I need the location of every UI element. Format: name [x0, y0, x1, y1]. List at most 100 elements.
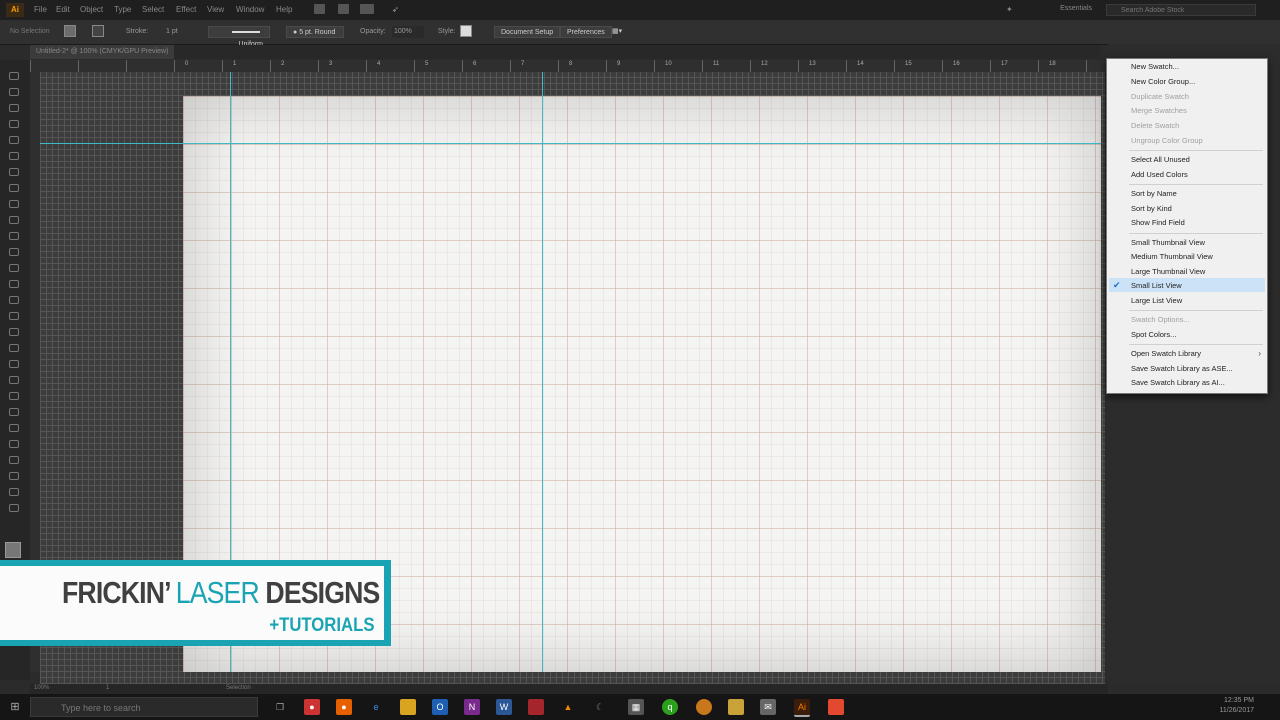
document-tab[interactable]: Untitled-2* @ 100% (CMYK/GPU Preview)	[30, 45, 175, 59]
document-setup-button[interactable]: Document Setup	[494, 26, 561, 38]
fill-color-icon[interactable]	[5, 542, 21, 558]
menu-item-large-list-view[interactable]: Large List View	[1131, 296, 1182, 305]
app-icon[interactable]: ☾	[592, 699, 608, 715]
search-input[interactable]	[1106, 4, 1256, 16]
arrange-documents-icon[interactable]	[360, 4, 374, 14]
menu-view[interactable]: View	[207, 5, 224, 14]
menu-item-save-library-ase[interactable]: Save Swatch Library as ASE...	[1131, 364, 1233, 373]
app-icon[interactable]	[828, 699, 844, 715]
direct-selection-tool-icon[interactable]	[9, 88, 19, 96]
rectangle-tool-icon[interactable]	[9, 200, 19, 208]
menu-object[interactable]: Object	[80, 5, 103, 14]
menu-item-sort-by-kind[interactable]: Sort by Kind	[1131, 204, 1172, 213]
illustrator-taskbar-icon[interactable]: Ai	[794, 699, 810, 717]
horizontal-guide[interactable]	[183, 143, 1101, 144]
type-tool-icon[interactable]	[9, 168, 19, 176]
stock-icon[interactable]	[338, 4, 349, 14]
bridge-icon[interactable]	[314, 4, 325, 14]
magic-wand-tool-icon[interactable]	[9, 104, 19, 112]
lasso-tool-icon[interactable]	[9, 120, 19, 128]
rotate-tool-icon[interactable]	[9, 264, 19, 272]
menu-help[interactable]: Help	[276, 5, 292, 14]
mesh-tool-icon[interactable]	[9, 360, 19, 368]
outlook-icon[interactable]: O	[432, 699, 448, 715]
warp-tool-icon[interactable]	[9, 296, 19, 304]
onenote-icon[interactable]: N	[464, 699, 480, 715]
eraser-tool-icon[interactable]	[9, 248, 19, 256]
shaper-tool-icon[interactable]	[9, 232, 19, 240]
perspective-grid-tool-icon[interactable]	[9, 344, 19, 352]
slice-tool-icon[interactable]	[9, 472, 19, 480]
system-clock[interactable]: 12:35 PM 11/26/2017	[1219, 696, 1254, 716]
calculator-icon[interactable]: ▦	[628, 699, 644, 715]
stroke-weight-field[interactable]: 1 pt	[166, 26, 178, 38]
task-view-icon[interactable]: ❐	[272, 699, 288, 715]
hand-tool-icon[interactable]	[9, 488, 19, 496]
gradient-tool-icon[interactable]	[9, 376, 19, 384]
stroke-swatch[interactable]	[92, 25, 104, 37]
shape-builder-tool-icon[interactable]	[9, 328, 19, 336]
stroke-profile-select[interactable]: Uniform	[208, 26, 270, 48]
menu-item-save-library-ai[interactable]: Save Swatch Library as AI...	[1131, 378, 1225, 387]
artboard-tool-icon[interactable]	[9, 456, 19, 464]
chrome-icon[interactable]: ●	[304, 699, 320, 715]
menu-item-add-used-colors[interactable]: Add Used Colors	[1131, 170, 1188, 179]
vertical-guide[interactable]	[542, 96, 543, 672]
menu-effect[interactable]: Effect	[176, 5, 196, 14]
menu-item-sort-by-name[interactable]: Sort by Name	[1131, 189, 1177, 198]
vlc-icon[interactable]: ▲	[560, 699, 576, 715]
app-icon[interactable]	[696, 699, 712, 715]
workspace-switcher[interactable]: Essentials	[1060, 5, 1092, 12]
align-options-icon[interactable]: ▦▾	[612, 26, 622, 38]
menu-file[interactable]: File	[34, 5, 47, 14]
menu-item-medium-thumbnail-view[interactable]: Medium Thumbnail View	[1131, 252, 1213, 261]
menu-item-show-find-field[interactable]: Show Find Field	[1131, 218, 1185, 227]
menu-select[interactable]: Select	[142, 5, 164, 14]
selection-tool-icon[interactable]	[9, 72, 19, 80]
menu-item-ungroup-color-group: Ungroup Color Group	[1131, 136, 1203, 145]
mail-icon[interactable]: ✉	[760, 699, 776, 715]
horizontal-ruler[interactable]: 0 1 2 3 4 5 6 7 8 9 10 11 12 13 14 15 16…	[30, 60, 1108, 72]
menu-item-small-thumbnail-view[interactable]: Small Thumbnail View	[1131, 238, 1205, 247]
app-icon[interactable]	[728, 699, 744, 715]
word-icon[interactable]: W	[496, 699, 512, 715]
start-icon[interactable]: ⊞	[8, 700, 22, 714]
pen-tool-icon[interactable]	[9, 136, 19, 144]
menu-item-select-all-unused[interactable]: Select All Unused	[1131, 155, 1190, 164]
menu-separator	[1129, 344, 1263, 345]
file-explorer-icon[interactable]	[400, 699, 416, 715]
quickbooks-icon[interactable]: q	[662, 699, 678, 715]
gpu-performance-icon[interactable]: ➶	[392, 5, 399, 14]
preferences-button[interactable]: Preferences	[560, 26, 612, 38]
firefox-icon[interactable]: ●	[336, 699, 352, 715]
symbol-sprayer-tool-icon[interactable]	[9, 424, 19, 432]
edge-icon[interactable]: e	[368, 699, 384, 715]
artboard-number[interactable]: 1	[106, 685, 109, 691]
zoom-tool-icon[interactable]	[9, 504, 19, 512]
menu-type[interactable]: Type	[114, 5, 131, 14]
brush-select[interactable]: ● 5 pt. Round	[286, 26, 344, 38]
menu-item-large-thumbnail-view[interactable]: Large Thumbnail View	[1131, 267, 1205, 276]
fill-swatch[interactable]	[64, 25, 76, 37]
menu-item-small-list-view[interactable]: Small List View	[1131, 281, 1182, 290]
line-tool-icon[interactable]	[9, 184, 19, 192]
free-transform-tool-icon[interactable]	[9, 312, 19, 320]
menu-window[interactable]: Window	[236, 5, 264, 14]
graphic-style-swatch[interactable]	[460, 25, 472, 37]
column-graph-tool-icon[interactable]	[9, 440, 19, 448]
opacity-field[interactable]: 100%	[392, 26, 424, 38]
taskbar-search-input[interactable]: Type here to search	[30, 697, 258, 717]
eyedropper-tool-icon[interactable]	[9, 392, 19, 400]
zoom-level[interactable]: 100%	[34, 685, 49, 691]
blend-tool-icon[interactable]	[9, 408, 19, 416]
menu-edit[interactable]: Edit	[56, 5, 70, 14]
menu-item-open-swatch-library[interactable]: Open Swatch Library	[1131, 349, 1201, 358]
bulb-icon[interactable]: ✦	[1006, 5, 1013, 14]
access-icon[interactable]	[528, 699, 544, 715]
scale-tool-icon[interactable]	[9, 280, 19, 288]
menu-item-new-color-group[interactable]: New Color Group...	[1131, 77, 1195, 86]
menu-item-spot-colors[interactable]: Spot Colors...	[1131, 330, 1176, 339]
curvature-tool-icon[interactable]	[9, 152, 19, 160]
menu-item-new-swatch[interactable]: New Swatch...	[1131, 62, 1179, 71]
paintbrush-tool-icon[interactable]	[9, 216, 19, 224]
